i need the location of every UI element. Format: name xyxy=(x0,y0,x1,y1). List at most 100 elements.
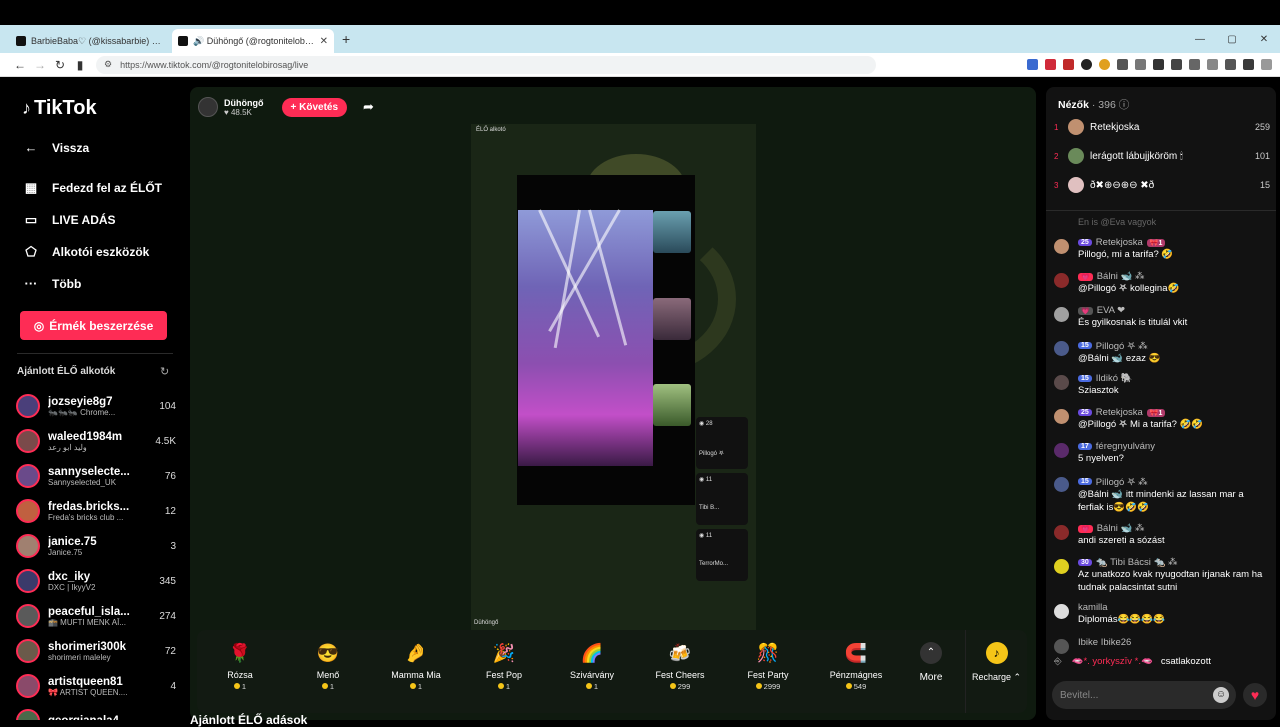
host-avatar[interactable] xyxy=(198,97,218,117)
info-icon[interactable]: ⓘ xyxy=(1119,99,1130,111)
shield-icon[interactable] xyxy=(1243,59,1254,70)
username[interactable]: Retekjoska xyxy=(1096,237,1143,248)
follow-button[interactable]: + Követés xyxy=(281,97,348,117)
creator-item[interactable]: dxc_iky DXC | IkyyV2 345 xyxy=(16,564,176,598)
close-tab-icon[interactable]: ✕ xyxy=(320,36,328,47)
extension-icon[interactable] xyxy=(1063,59,1074,70)
chat-message[interactable]: 25 Retekjoska 🎀1 Pillogó, mi a tarifa? 🤣 xyxy=(1054,237,1270,261)
browser-tab[interactable]: BarbieBaba♡ (@kissabarbie) ÉLŐ ad xyxy=(10,29,172,53)
guest-thumbnail[interactable] xyxy=(653,298,691,340)
top-viewer-row[interactable]: 1 Retekjoska 259 xyxy=(1054,116,1270,138)
maximize-button[interactable]: ▢ xyxy=(1216,34,1248,45)
username[interactable]: Pillogó 𖤐 ⁂ xyxy=(1096,475,1148,488)
extension-icon[interactable] xyxy=(1207,59,1218,70)
top-viewer-row[interactable]: 3 ð✖︎⊕⊖⊕⊖ ✖︎ð 15 xyxy=(1054,174,1270,196)
more-gifts-button[interactable]: ⌃ More xyxy=(906,630,956,713)
username[interactable]: Bálni 🐋 ⁂ xyxy=(1097,523,1145,534)
emoji-icon[interactable]: ☺ xyxy=(1213,687,1229,703)
gift-item[interactable]: 🎉 Fest Pop 1 xyxy=(461,630,547,713)
refresh-icon[interactable]: ↻ xyxy=(160,365,169,378)
top-viewer-row[interactable]: 2 lerágott lábujjköröm 🕯 101 xyxy=(1054,145,1270,167)
username[interactable]: Ildikó 🐘 xyxy=(1096,373,1133,384)
nav-go-live[interactable]: ▭ LIVE ADÁS xyxy=(22,212,116,228)
tiktok-logo[interactable]: ♪ TikTok xyxy=(22,97,97,120)
back-arrow-icon[interactable]: ← xyxy=(10,58,30,72)
creator-item[interactable]: waleed1984m وليد ابو رعد 4.5K xyxy=(16,424,176,458)
username[interactable]: Retekjoska xyxy=(1096,407,1143,418)
gift-item[interactable]: 🌹 Rózsa 1 xyxy=(197,630,283,713)
chat-message[interactable]: 25 Retekjoska 🎀1 @Pillogó 𖤐 Mi a tarifa? 🤣🤣 xyxy=(1054,407,1270,431)
guest-card[interactable]: ◉ 28 Pillogó 𖤐 xyxy=(696,417,748,469)
get-coins-button[interactable]: ◎ Érmék beszerzése xyxy=(20,311,167,340)
creator-item[interactable]: artistqueen81 🎀 ARTIST QUEEN.... 4 xyxy=(16,669,176,703)
gift-item[interactable]: 🤌 Mamma Mia 1 xyxy=(373,630,459,713)
chat-input-placeholder: Bevitel... xyxy=(1060,689,1099,701)
extension-icon[interactable] xyxy=(1081,59,1092,70)
username[interactable]: Pillogó 𖤐 ⁂ xyxy=(1096,339,1148,352)
chat-message[interactable]: 15 Pillogó 𖤐 ⁂ @Bálni 🐋 ezaz 😎 xyxy=(1054,339,1270,365)
url-field[interactable]: ⚙ https://www.tiktok.com/@rogtonitelobir… xyxy=(96,55,876,74)
guest-card[interactable]: ◉ 11 TerrorMo... xyxy=(696,529,748,581)
guest-thumbnail[interactable] xyxy=(653,211,691,253)
chat-message[interactable]: 💗 EVA ❤ És gyilkosnak is titulál vkit xyxy=(1054,305,1270,329)
chat-message[interactable]: 15 Pillogó 𖤐 ⁂ @Bálni 🐋 itt mindenki az la… xyxy=(1054,475,1270,514)
chat-input[interactable]: Bevitel... xyxy=(1052,681,1236,709)
creator-item[interactable]: sannyselecte... Sannyselected_UK 76 xyxy=(16,459,176,493)
extension-icon[interactable] xyxy=(1027,59,1038,70)
heart-like-icon[interactable]: ♥ xyxy=(1243,683,1267,707)
viewers-header[interactable]: Nézők · 396 ⓘ xyxy=(1058,97,1129,112)
gift-item[interactable]: 🎊 Fest Party 2999 xyxy=(725,630,811,713)
extension-icon[interactable] xyxy=(1225,59,1236,70)
chat-message[interactable]: 17 féregnyulvány 5 nyelven? xyxy=(1054,441,1270,465)
chat-message[interactable]: 💗 Bálni 🐋 ⁂ @Pillogó 𖤐 kollegina🤣 xyxy=(1054,271,1270,295)
nav-creator-tools[interactable]: ⬠ Alkotói eszközök xyxy=(22,244,149,260)
browser-tab-active[interactable]: 🔊 Dühöngő (@rogtonitelobirosag ✕ xyxy=(172,29,334,53)
music-icon[interactable] xyxy=(1171,59,1182,70)
reload-icon[interactable]: ↻ xyxy=(50,58,70,72)
extension-icon[interactable] xyxy=(1099,59,1110,70)
creator-item[interactable]: shorimeri300k shorimeri maleley 72 xyxy=(16,634,176,668)
recharge-button[interactable]: ♪ Recharge ⌃ xyxy=(965,630,1027,713)
creator-item[interactable]: georgianala4 xyxy=(16,704,176,720)
gift-item[interactable]: 😎 Menő 1 xyxy=(285,630,371,713)
extension-icon[interactable] xyxy=(1153,59,1164,70)
username[interactable]: Bálni 🐋 ⁂ xyxy=(1097,271,1145,282)
username[interactable]: 🐀 Tibi Bácsi 🐀 ⁂ xyxy=(1096,557,1178,568)
close-window-button[interactable]: ✕ xyxy=(1248,34,1280,45)
gift-item[interactable]: 🍻 Fest Cheers 299 xyxy=(637,630,723,713)
extension-icon[interactable] xyxy=(1045,59,1056,70)
share-icon[interactable]: ➦ xyxy=(363,99,374,115)
creator-item[interactable]: janice.75 Janice.75 3 xyxy=(16,529,176,563)
nav-explore-live[interactable]: ▦ Fedezd fel az ÉLŐT xyxy=(22,180,162,196)
username[interactable]: Ibike Ibike26 xyxy=(1078,637,1131,648)
site-info-icon[interactable]: ⚙ xyxy=(104,59,112,70)
gift-item[interactable]: 🌈 Szivárvány 1 xyxy=(549,630,635,713)
guest-card[interactable]: ◉ 11 Tibi B... xyxy=(696,473,748,525)
chat-message[interactable]: kamilla Diplomás😂😂😂😂 xyxy=(1054,602,1270,626)
sidebar-icon[interactable] xyxy=(1189,59,1200,70)
extension-icon[interactable] xyxy=(1117,59,1128,70)
forward-arrow-icon[interactable]: → xyxy=(30,58,50,72)
chat-message[interactable]: 💗 Bálni 🐋 ⁂ andi szereti a sózást xyxy=(1054,523,1270,547)
new-tab-button[interactable]: + xyxy=(342,31,350,47)
message-text: Az unatkozo kvak nyugodtan irjanak ram h… xyxy=(1078,569,1263,593)
creator-item[interactable]: fredas.bricks... Freda's bricks club ... 1… xyxy=(16,494,176,528)
host-name[interactable]: Dühöngő xyxy=(224,98,264,108)
chat-message[interactable]: 30 🐀 Tibi Bácsi 🐀 ⁂ Az unatkozo kvak nyugo… xyxy=(1054,557,1270,594)
nav-more[interactable]: ··· Több xyxy=(22,276,82,291)
guest-thumbnail[interactable] xyxy=(653,384,691,426)
creator-item[interactable]: jozseyie8g7 🐜🐜🐜 Chrome... 104 xyxy=(16,389,176,423)
minimize-button[interactable]: — xyxy=(1184,34,1216,45)
username[interactable]: EVA ❤ xyxy=(1097,305,1125,316)
creator-item[interactable]: peaceful_isla... 🕋 MUFTI MENK AĪ... 274 xyxy=(16,599,176,633)
creator-subtitle: shorimeri maleley xyxy=(48,652,111,662)
back-link[interactable]: ← Vissza xyxy=(22,140,90,155)
chat-message[interactable]: Ibike Ibike26 xyxy=(1054,637,1270,654)
username[interactable]: féregnyulvány xyxy=(1096,441,1155,452)
chat-message[interactable]: 15 Ildikó 🐘 Sziasztok xyxy=(1054,373,1270,397)
bookmark-icon[interactable]: ▮ xyxy=(70,58,90,72)
menu-icon[interactable] xyxy=(1261,59,1272,70)
extension-icon[interactable] xyxy=(1135,59,1146,70)
username[interactable]: kamilla xyxy=(1078,602,1108,613)
gift-item[interactable]: 🧲 Pénzmágnes 549 xyxy=(813,630,899,713)
